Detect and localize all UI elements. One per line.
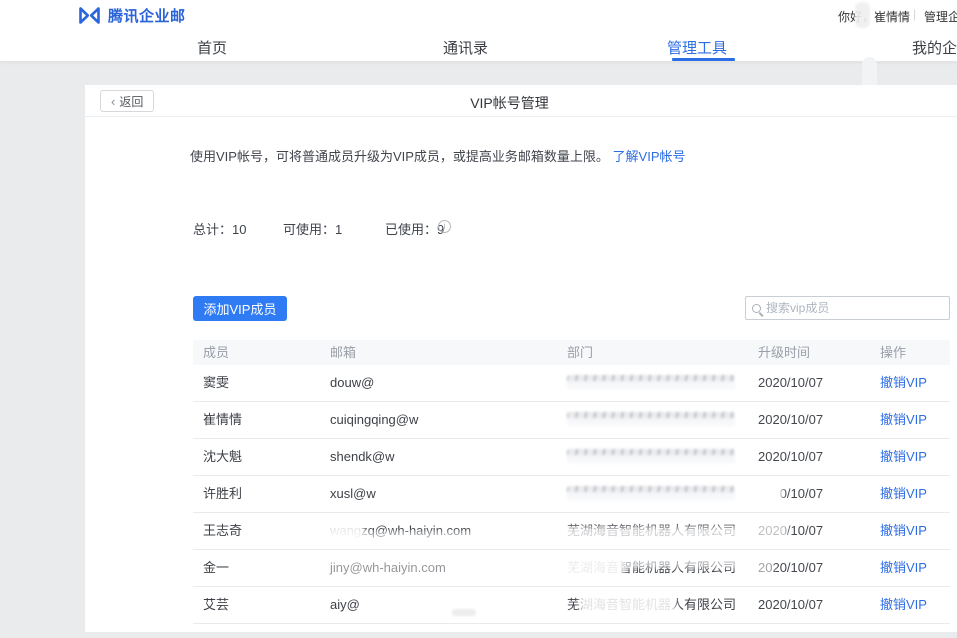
info-icon[interactable]: i (438, 220, 451, 233)
upgrade-date: 2020/10/07 (758, 402, 868, 438)
member-name: 沈大魁 (203, 439, 242, 475)
upgrade-date: 2020/10/07 (758, 476, 868, 512)
revoke-vip-link[interactable]: 撤销VIP (880, 375, 927, 390)
revoke-vip-link[interactable]: 撤销VIP (880, 560, 927, 575)
header-email: 邮箱 (330, 340, 356, 365)
header-action: 操作 (880, 340, 906, 365)
redaction-smudge (855, 2, 870, 28)
member-email: cuiqingqing@w (330, 402, 530, 438)
topbar-separator: | (913, 7, 916, 21)
back-chevron-icon: ‹ (111, 95, 115, 108)
table-row: 崔情情 cuiqingqing@w 2020/10/07 撤销VIP (193, 402, 950, 439)
user-greeting: 你好，崔情情 (838, 8, 910, 25)
tab-admin-tools[interactable]: 管理工具 (667, 37, 727, 58)
search-box[interactable] (745, 296, 950, 320)
brand-name: 腾讯企业邮 (108, 5, 186, 26)
member-name: 王志奇 (203, 513, 242, 549)
tab-my-enterprise[interactable]: 我的企业 (912, 37, 957, 58)
add-vip-member-button[interactable]: 添加VIP成员 (193, 296, 287, 321)
member-email: xusl@w (330, 476, 530, 512)
stat-available: 可使用：1 (283, 219, 342, 238)
member-email: shendk@w (330, 439, 530, 475)
upgrade-date: 2020/10/07 (758, 513, 868, 549)
page-description: 使用VIP帐号，可将普通成员升级为VIP成员，或提高业务邮箱数量上限。 了解VI… (190, 146, 686, 165)
table-row: 金一 jiny@wh-haiyin.com 芜湖海音智能机器人有限公司 2020… (193, 550, 950, 587)
manage-enterprise-link[interactable]: 管理企 (924, 8, 957, 25)
member-name: 金一 (203, 550, 229, 586)
page-title: VIP帐号管理 (427, 93, 592, 113)
header-upgrade-time: 升级时间 (758, 340, 810, 365)
brand[interactable]: 腾讯企业邮 (78, 5, 186, 26)
active-tab-underline (672, 58, 735, 61)
member-email: aiy@ (330, 587, 530, 623)
redaction-smudge (567, 412, 735, 427)
back-button-label: 返回 (119, 93, 143, 110)
table-row: 艾芸 aiy@ 芜湖海音智能机器人有限公司 2020/10/07 撤销VIP (193, 587, 950, 624)
member-department: 芜湖海音智能机器人有限公司 (567, 587, 752, 623)
upgrade-date: 2020/10/07 (758, 365, 868, 401)
description-text: 使用VIP帐号，可将普通成员升级为VIP成员，或提高业务邮箱数量上限。 (190, 149, 609, 164)
tab-contacts[interactable]: 通讯录 (443, 37, 488, 58)
member-name: 许胜利 (203, 476, 242, 512)
revoke-vip-link[interactable]: 撤销VIP (880, 412, 927, 427)
table-body: 窦雯 douw@ 2020/10/07 撤销VIP 崔情情 cuiqingqin… (193, 365, 950, 624)
redaction-smudge (567, 375, 735, 390)
table-row: 沈大魁 shendk@w 2020/10/07 撤销VIP (193, 439, 950, 476)
member-email: jiny@wh-haiyin.com (330, 550, 530, 586)
redaction-smudge (567, 449, 735, 464)
learn-vip-link[interactable]: 了解VIP帐号 (613, 149, 686, 164)
member-name: 窦雯 (203, 365, 229, 401)
table-header: 成员 邮箱 部门 升级时间 操作 (193, 340, 950, 365)
revoke-vip-link[interactable]: 撤销VIP (880, 449, 927, 464)
revoke-vip-link[interactable]: 撤销VIP (880, 597, 927, 612)
back-button[interactable]: ‹ 返回 (100, 90, 154, 112)
member-name: 艾芸 (203, 587, 229, 623)
exmail-logo-icon (78, 5, 101, 26)
search-icon (752, 304, 761, 313)
upgrade-date: 2020/10/07 (758, 550, 868, 586)
table-row: 许胜利 xusl@w 2020/10/07 撤销VIP (193, 476, 950, 513)
member-name: 崔情情 (203, 402, 242, 438)
revoke-vip-link[interactable]: 撤销VIP (880, 523, 927, 538)
header-member: 成员 (203, 340, 229, 365)
exmail-vip-management-screen: 腾讯企业邮 你好，崔情情 | 管理企 首页 通讯录 管理工具 我的企业 ‹ 返回… (0, 0, 957, 638)
member-department: 芜湖海音智能机器人有限公司 (567, 550, 752, 586)
table-row: 窦雯 douw@ 2020/10/07 撤销VIP (193, 365, 950, 402)
member-department: 芜湖海音智能机器人有限公司 (567, 513, 752, 549)
top-chrome: 腾讯企业邮 你好，崔情情 | 管理企 首页 通讯录 管理工具 我的企业 (0, 0, 957, 62)
upgrade-date: 2020/10/07 (758, 587, 868, 623)
member-email: douw@ (330, 365, 530, 401)
tab-home[interactable]: 首页 (197, 37, 227, 58)
upgrade-date: 2020/10/07 (758, 439, 868, 475)
search-input[interactable] (766, 301, 943, 315)
redaction-smudge (452, 609, 476, 616)
member-email: wangzq@wh-haiyin.com (330, 513, 530, 549)
card-header-divider (85, 116, 957, 117)
table-row: 王志奇 wangzq@wh-haiyin.com 芜湖海音智能机器人有限公司 2… (193, 513, 950, 550)
header-department: 部门 (567, 340, 593, 365)
revoke-vip-link[interactable]: 撤销VIP (880, 486, 927, 501)
stat-total: 总计：10 (193, 219, 246, 238)
redaction-smudge (567, 486, 735, 501)
stat-used: 已使用：9 (385, 219, 444, 238)
